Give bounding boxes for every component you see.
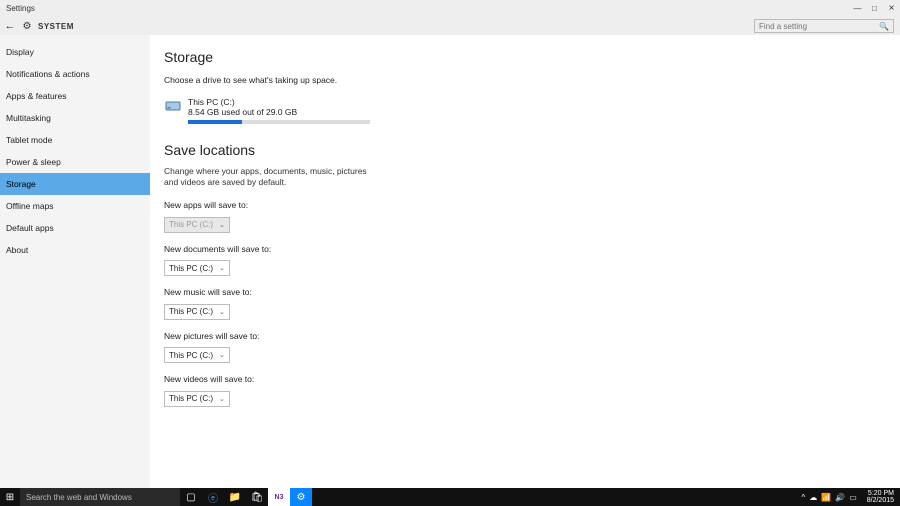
save-dropdown-music[interactable]: This PC (C:) ⌄ [164,304,230,320]
save-row-documents: New documents will save to: This PC (C:)… [164,244,900,277]
sidebar-item-notifications[interactable]: Notifications & actions [0,63,150,85]
save-label-videos: New videos will save to: [164,374,900,384]
file-explorer-icon[interactable]: 📁 [224,488,246,506]
action-center-icon[interactable]: ▭ [849,493,857,502]
search-icon: 🔍 [879,22,889,31]
save-label-pictures: New pictures will save to: [164,331,900,341]
taskbar-search-placeholder: Search the web and Windows [26,493,132,502]
sidebar-item-default-apps[interactable]: Default apps [0,217,150,239]
save-row-music: New music will save to: This PC (C:) ⌄ [164,287,900,320]
drive-name: This PC (C:) [188,97,370,107]
save-label-music: New music will save to: [164,287,900,297]
gear-icon: ⚙ [20,21,34,32]
save-value-pictures: This PC (C:) [169,351,213,360]
window-title: Settings [0,4,35,13]
save-locations-description: Change where your apps, documents, music… [164,166,374,188]
save-value-videos: This PC (C:) [169,394,213,403]
onenote-icon[interactable]: N3 [268,488,290,506]
sidebar-item-display[interactable]: Display [0,41,150,63]
system-tray[interactable]: ^ ☁ 📶 🔊 ▭ [801,493,860,502]
store-icon[interactable]: 🛍 [246,488,268,506]
save-dropdown-documents[interactable]: This PC (C:) ⌄ [164,260,230,276]
back-button[interactable]: ← [0,20,20,32]
maximize-button[interactable]: □ [866,0,883,17]
header-bar: ← ⚙ SYSTEM 🔍 [0,17,900,35]
close-button[interactable]: × [883,0,900,17]
save-label-documents: New documents will save to: [164,244,900,254]
chevron-down-icon: ⌄ [219,395,225,403]
save-dropdown-pictures[interactable]: This PC (C:) ⌄ [164,347,230,363]
sidebar-item-storage[interactable]: Storage [0,173,150,195]
chevron-down-icon: ⌄ [219,351,225,359]
taskbar-search[interactable]: Search the web and Windows [20,488,180,506]
start-button[interactable]: ⊞ [0,492,20,503]
save-dropdown-videos[interactable]: This PC (C:) ⌄ [164,391,230,407]
sidebar-item-apps-features[interactable]: Apps & features [0,85,150,107]
chevron-down-icon: ⌄ [219,308,225,316]
minimize-button[interactable]: — [849,0,866,17]
save-row-pictures: New pictures will save to: This PC (C:) … [164,331,900,364]
network-icon[interactable]: 📶 [821,493,831,502]
save-value-music: This PC (C:) [169,307,213,316]
drive-usage-bar [188,120,370,124]
drive-row[interactable]: This PC (C:) 8.54 GB used out of 29.0 GB [164,97,900,124]
save-row-videos: New videos will save to: This PC (C:) ⌄ [164,374,900,407]
save-row-apps: New apps will save to: This PC (C:) ⌄ [164,200,900,233]
content-pane: Storage Choose a drive to see what's tak… [150,35,900,488]
titlebar: Settings — □ × [0,0,900,17]
storage-heading: Storage [164,49,900,65]
sidebar-item-multitasking[interactable]: Multitasking [0,107,150,129]
sidebar-item-offline-maps[interactable]: Offline maps [0,195,150,217]
save-value-apps: This PC (C:) [169,220,213,229]
settings-search[interactable]: 🔍 [754,19,894,33]
settings-taskbar-icon[interactable]: ⚙ [290,488,312,506]
clock-time: 5:20 PM [867,490,894,497]
sidebar-item-power-sleep[interactable]: Power & sleep [0,151,150,173]
save-label-apps: New apps will save to: [164,200,900,210]
save-locations-heading: Save locations [164,142,900,158]
chevron-down-icon: ⌄ [219,221,225,229]
taskbar: ⊞ Search the web and Windows ▢ ⓔ 📁 🛍 N3 … [0,488,900,506]
volume-icon[interactable]: 🔊 [835,493,845,502]
section-title: SYSTEM [34,22,74,31]
clock-date: 8/2/2015 [867,497,894,504]
sidebar-item-about[interactable]: About [0,239,150,261]
drive-icon [164,97,182,115]
save-dropdown-apps: This PC (C:) ⌄ [164,217,230,233]
tray-up-icon[interactable]: ^ [801,493,805,502]
save-value-documents: This PC (C:) [169,264,213,273]
chevron-down-icon: ⌄ [219,264,225,272]
onedrive-icon[interactable]: ☁ [809,493,817,502]
drive-usage: 8.54 GB used out of 29.0 GB [188,107,370,117]
edge-icon[interactable]: ⓔ [202,488,224,506]
search-input[interactable] [759,22,879,31]
task-view-button[interactable]: ▢ [180,488,202,506]
sidebar-item-tablet-mode[interactable]: Tablet mode [0,129,150,151]
sidebar: Display Notifications & actions Apps & f… [0,35,150,488]
storage-subtitle: Choose a drive to see what's taking up s… [164,75,900,85]
taskbar-clock[interactable]: 5:20 PM 8/2/2015 [861,490,900,504]
